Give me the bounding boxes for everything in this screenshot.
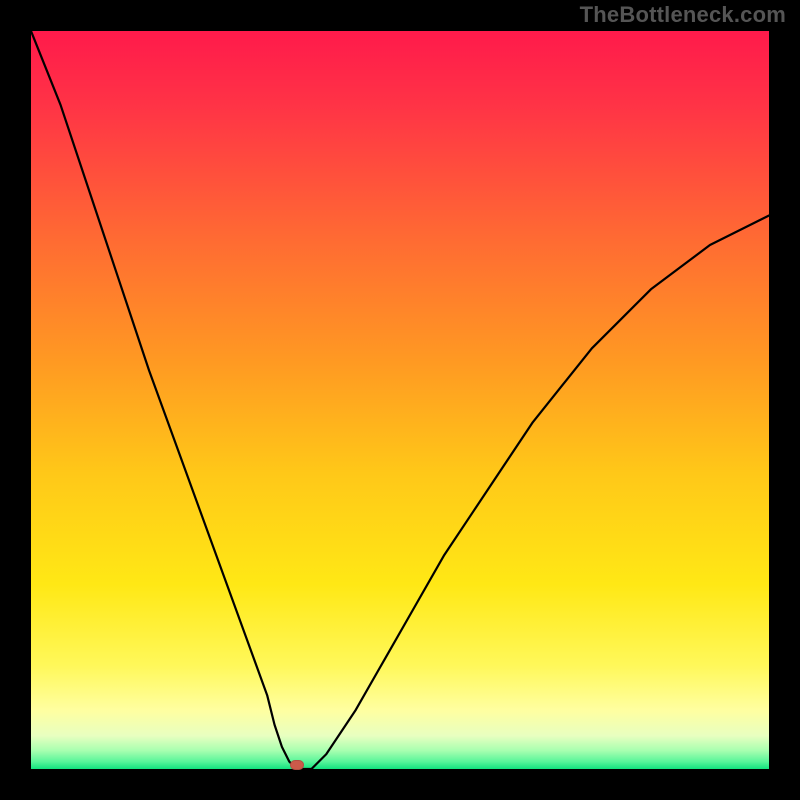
optimal-point-marker bbox=[290, 760, 304, 770]
gradient-background bbox=[31, 31, 769, 769]
chart-container: TheBottleneck.com bbox=[0, 0, 800, 800]
bottleneck-plot bbox=[31, 31, 769, 769]
watermark-text: TheBottleneck.com bbox=[580, 2, 786, 28]
